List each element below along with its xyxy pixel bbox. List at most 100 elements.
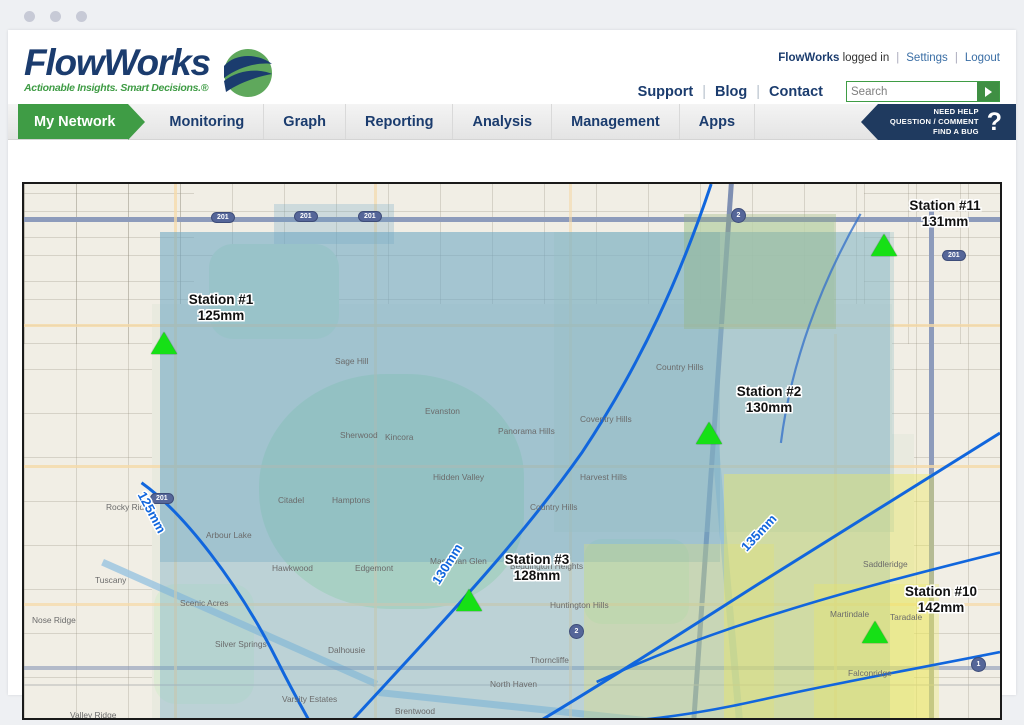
station-name: Station #10 [904, 584, 978, 599]
place-label: Silver Springs [215, 639, 267, 649]
place-label: Varsity Estates [282, 694, 338, 704]
place-label: Martindale [830, 609, 870, 619]
place-label: Falconridge [848, 668, 892, 678]
station-value: 130mm [745, 399, 793, 415]
search-input[interactable] [847, 82, 977, 101]
place-label: Charleswood [402, 718, 451, 720]
tab-analysis[interactable]: Analysis [453, 104, 553, 139]
search-box [846, 81, 1000, 102]
contour-extra-path [646, 650, 1000, 718]
station-name: Station #3 [504, 552, 570, 567]
link-separator-2: | [954, 52, 958, 64]
station-triangle-icon [696, 422, 722, 444]
station-label: Station #2 130mm [704, 384, 834, 415]
station-label: Station #10 142mm [876, 584, 1000, 615]
contact-link[interactable]: Contact [760, 84, 832, 100]
tab-monitoring[interactable]: Monitoring [150, 104, 265, 139]
app-page: FlowWorks Actionable Insights. Smart Dec… [8, 30, 1016, 720]
place-label: Valley Ridge [70, 710, 117, 720]
place-label: Hawkwood [272, 563, 313, 573]
place-label: Hidden Valley [433, 472, 485, 482]
highway-shield-icon: 201 [294, 211, 318, 222]
highway-shield-icon: 1 [971, 657, 986, 672]
place-label: Hamptons [332, 495, 371, 505]
contour-125mm-path [140, 481, 310, 718]
place-label: Harvest Hills [580, 472, 627, 482]
link-separator-1: | [896, 52, 900, 64]
rainfall-map[interactable]: Sage Hill Evanston Sherwood Kincora Pano… [22, 182, 1002, 720]
place-label: Sage Hill [335, 356, 369, 366]
window-maximize-dot[interactable] [76, 11, 87, 22]
help-badge-button[interactable]: NEED HELP QUESTION / COMMENT FIND A BUG … [860, 104, 1016, 140]
window-close-dot[interactable] [24, 11, 35, 22]
station-label: Station #3 128mm [472, 552, 602, 583]
brand-logo-block[interactable]: FlowWorks Actionable Insights. Smart Dec… [24, 44, 276, 103]
station-name: Station #11 [909, 198, 981, 213]
browser-window-chrome [0, 0, 1024, 30]
place-label: Kincora [385, 432, 414, 442]
place-label: Panorama Hills [498, 426, 555, 436]
help-line-1: NEED HELP [933, 107, 979, 117]
station-triangle-icon [871, 234, 897, 256]
brand-name: FlowWorks [24, 42, 211, 83]
place-label: Citadel [278, 495, 305, 505]
help-line-3: FIND A BUG [932, 126, 979, 136]
account-name: FlowWorks [778, 52, 840, 64]
place-label: Country Hills [530, 502, 578, 512]
place-label: Evanston [425, 406, 460, 416]
station-value: 128mm [513, 567, 561, 583]
account-status-suffix: logged in [839, 52, 890, 64]
place-label: Huntington Hills [550, 600, 609, 610]
place-label: Arbour Lake [206, 530, 252, 540]
station-name: Station #1 [188, 292, 254, 307]
blog-link[interactable]: Blog [706, 84, 756, 100]
map-canvas[interactable]: Sage Hill Evanston Sherwood Kincora Pano… [24, 184, 1000, 718]
station-value: 142mm [917, 599, 965, 615]
place-label: Coventry Hills [580, 414, 632, 424]
header-secondary-nav: Support | Blog | Contact [629, 81, 1000, 102]
help-line-2: QUESTION / COMMENT [889, 117, 979, 127]
question-mark-icon: ? [986, 107, 1002, 136]
place-label: Brentwood [395, 706, 436, 716]
station-triangle-icon [456, 589, 482, 611]
brand-text: FlowWorks Actionable Insights. Smart Dec… [24, 42, 211, 94]
station-label: Station #1 125mm [156, 292, 286, 323]
place-label: Edgemont [355, 563, 394, 573]
highway-shield-icon: 201 [942, 250, 966, 261]
contour-140mm-path [596, 551, 1000, 684]
tab-apps[interactable]: Apps [680, 104, 756, 139]
place-label: Saddleridge [863, 559, 908, 569]
search-submit-button[interactable] [977, 82, 999, 101]
play-arrow-icon [984, 86, 992, 97]
logout-link[interactable]: Logout [965, 52, 1000, 64]
highway-shield-icon: 201 [358, 211, 382, 222]
place-label: Scenic Acres [180, 598, 229, 608]
place-label: North Haven [490, 679, 538, 689]
app-header: FlowWorks Actionable Insights. Smart Dec… [8, 30, 1016, 104]
tab-management[interactable]: Management [552, 104, 680, 139]
help-badge-text: NEED HELP QUESTION / COMMENT FIND A BUG [890, 107, 979, 136]
place-label: Dalhousie [328, 645, 366, 655]
station-triangle-icon [151, 332, 177, 354]
place-label: Thorncliffe [530, 655, 569, 665]
window-minimize-dot[interactable] [50, 11, 61, 22]
window-controls [24, 11, 87, 22]
account-links: FlowWorks logged in | Settings | Logout [778, 52, 1000, 64]
place-label: Tuscany [95, 575, 127, 585]
tab-reporting[interactable]: Reporting [346, 104, 454, 139]
tab-graph[interactable]: Graph [264, 104, 346, 139]
rainfall-contour-lines [140, 184, 1000, 718]
settings-link[interactable]: Settings [906, 52, 948, 64]
highway-shield-icon: 2 [569, 624, 584, 639]
tab-my-network[interactable]: My Network [18, 104, 146, 140]
brand-tagline: Actionable Insights. Smart Decisions.® [24, 82, 209, 94]
station-name: Station #2 [736, 384, 802, 399]
place-label: Sherwood [340, 430, 378, 440]
place-label: Country Hills [656, 362, 704, 372]
flowworks-wave-logo-icon [220, 48, 276, 103]
highway-shield-icon: 2 [731, 208, 746, 223]
contour-130mm-path [352, 184, 713, 718]
support-link[interactable]: Support [629, 84, 703, 100]
main-navigation-bar: My Network Monitoring Graph Reporting An… [8, 104, 1016, 140]
station-value: 131mm [921, 213, 969, 229]
